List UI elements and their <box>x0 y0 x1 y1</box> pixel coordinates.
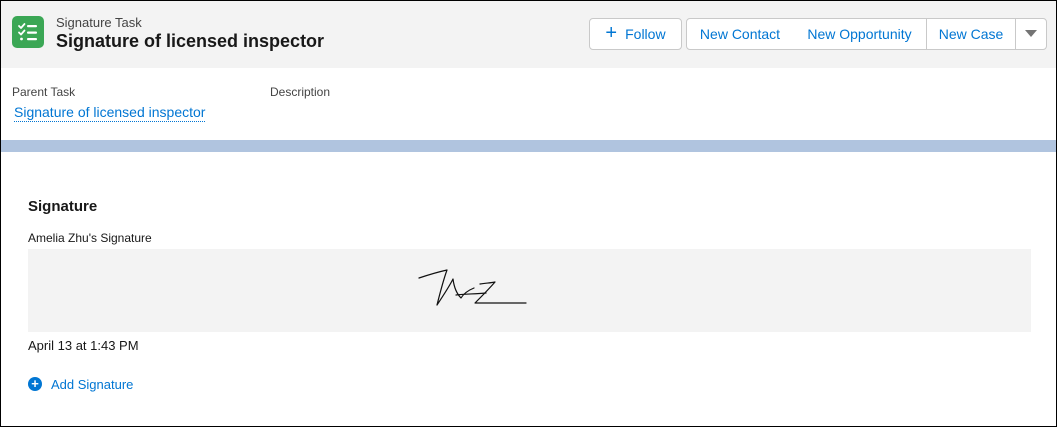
record-page: Signature Task Signature of licensed ins… <box>0 0 1057 427</box>
record-header: Signature Task Signature of licensed ins… <box>1 1 1056 68</box>
highlights-panel: Parent Task Signature of licensed inspec… <box>1 68 1056 140</box>
add-signature-label: Add Signature <box>51 376 134 392</box>
task-checklist-icon <box>12 16 44 48</box>
chevron-down-icon <box>1025 30 1037 37</box>
follow-button-label: Follow <box>625 26 666 42</box>
parent-task-link[interactable]: Signature of licensed inspector <box>14 104 206 122</box>
section-divider <box>1 140 1056 152</box>
signature-section-title: Signature <box>28 198 98 215</box>
new-contact-button[interactable]: New Contact <box>686 18 794 50</box>
object-type-label: Signature Task <box>56 15 142 30</box>
signature-timestamp: April 13 at 1:43 PM <box>28 338 139 353</box>
description-label: Description <box>270 85 331 99</box>
add-circle-icon: + <box>28 377 42 391</box>
follow-button[interactable]: + Follow <box>589 18 682 50</box>
signature-owner-label: Amelia Zhu's Signature <box>28 231 152 245</box>
new-case-button[interactable]: New Case <box>926 18 1016 50</box>
add-signature-button[interactable]: + Add Signature <box>28 375 133 393</box>
new-opportunity-button[interactable]: New Opportunity <box>793 18 927 50</box>
plus-icon: + <box>605 22 618 44</box>
page-title: Signature of licensed inspector <box>56 31 325 51</box>
signature-image <box>28 249 1031 332</box>
parent-task-label: Parent Task <box>12 85 76 99</box>
more-actions-button[interactable] <box>1015 18 1047 50</box>
